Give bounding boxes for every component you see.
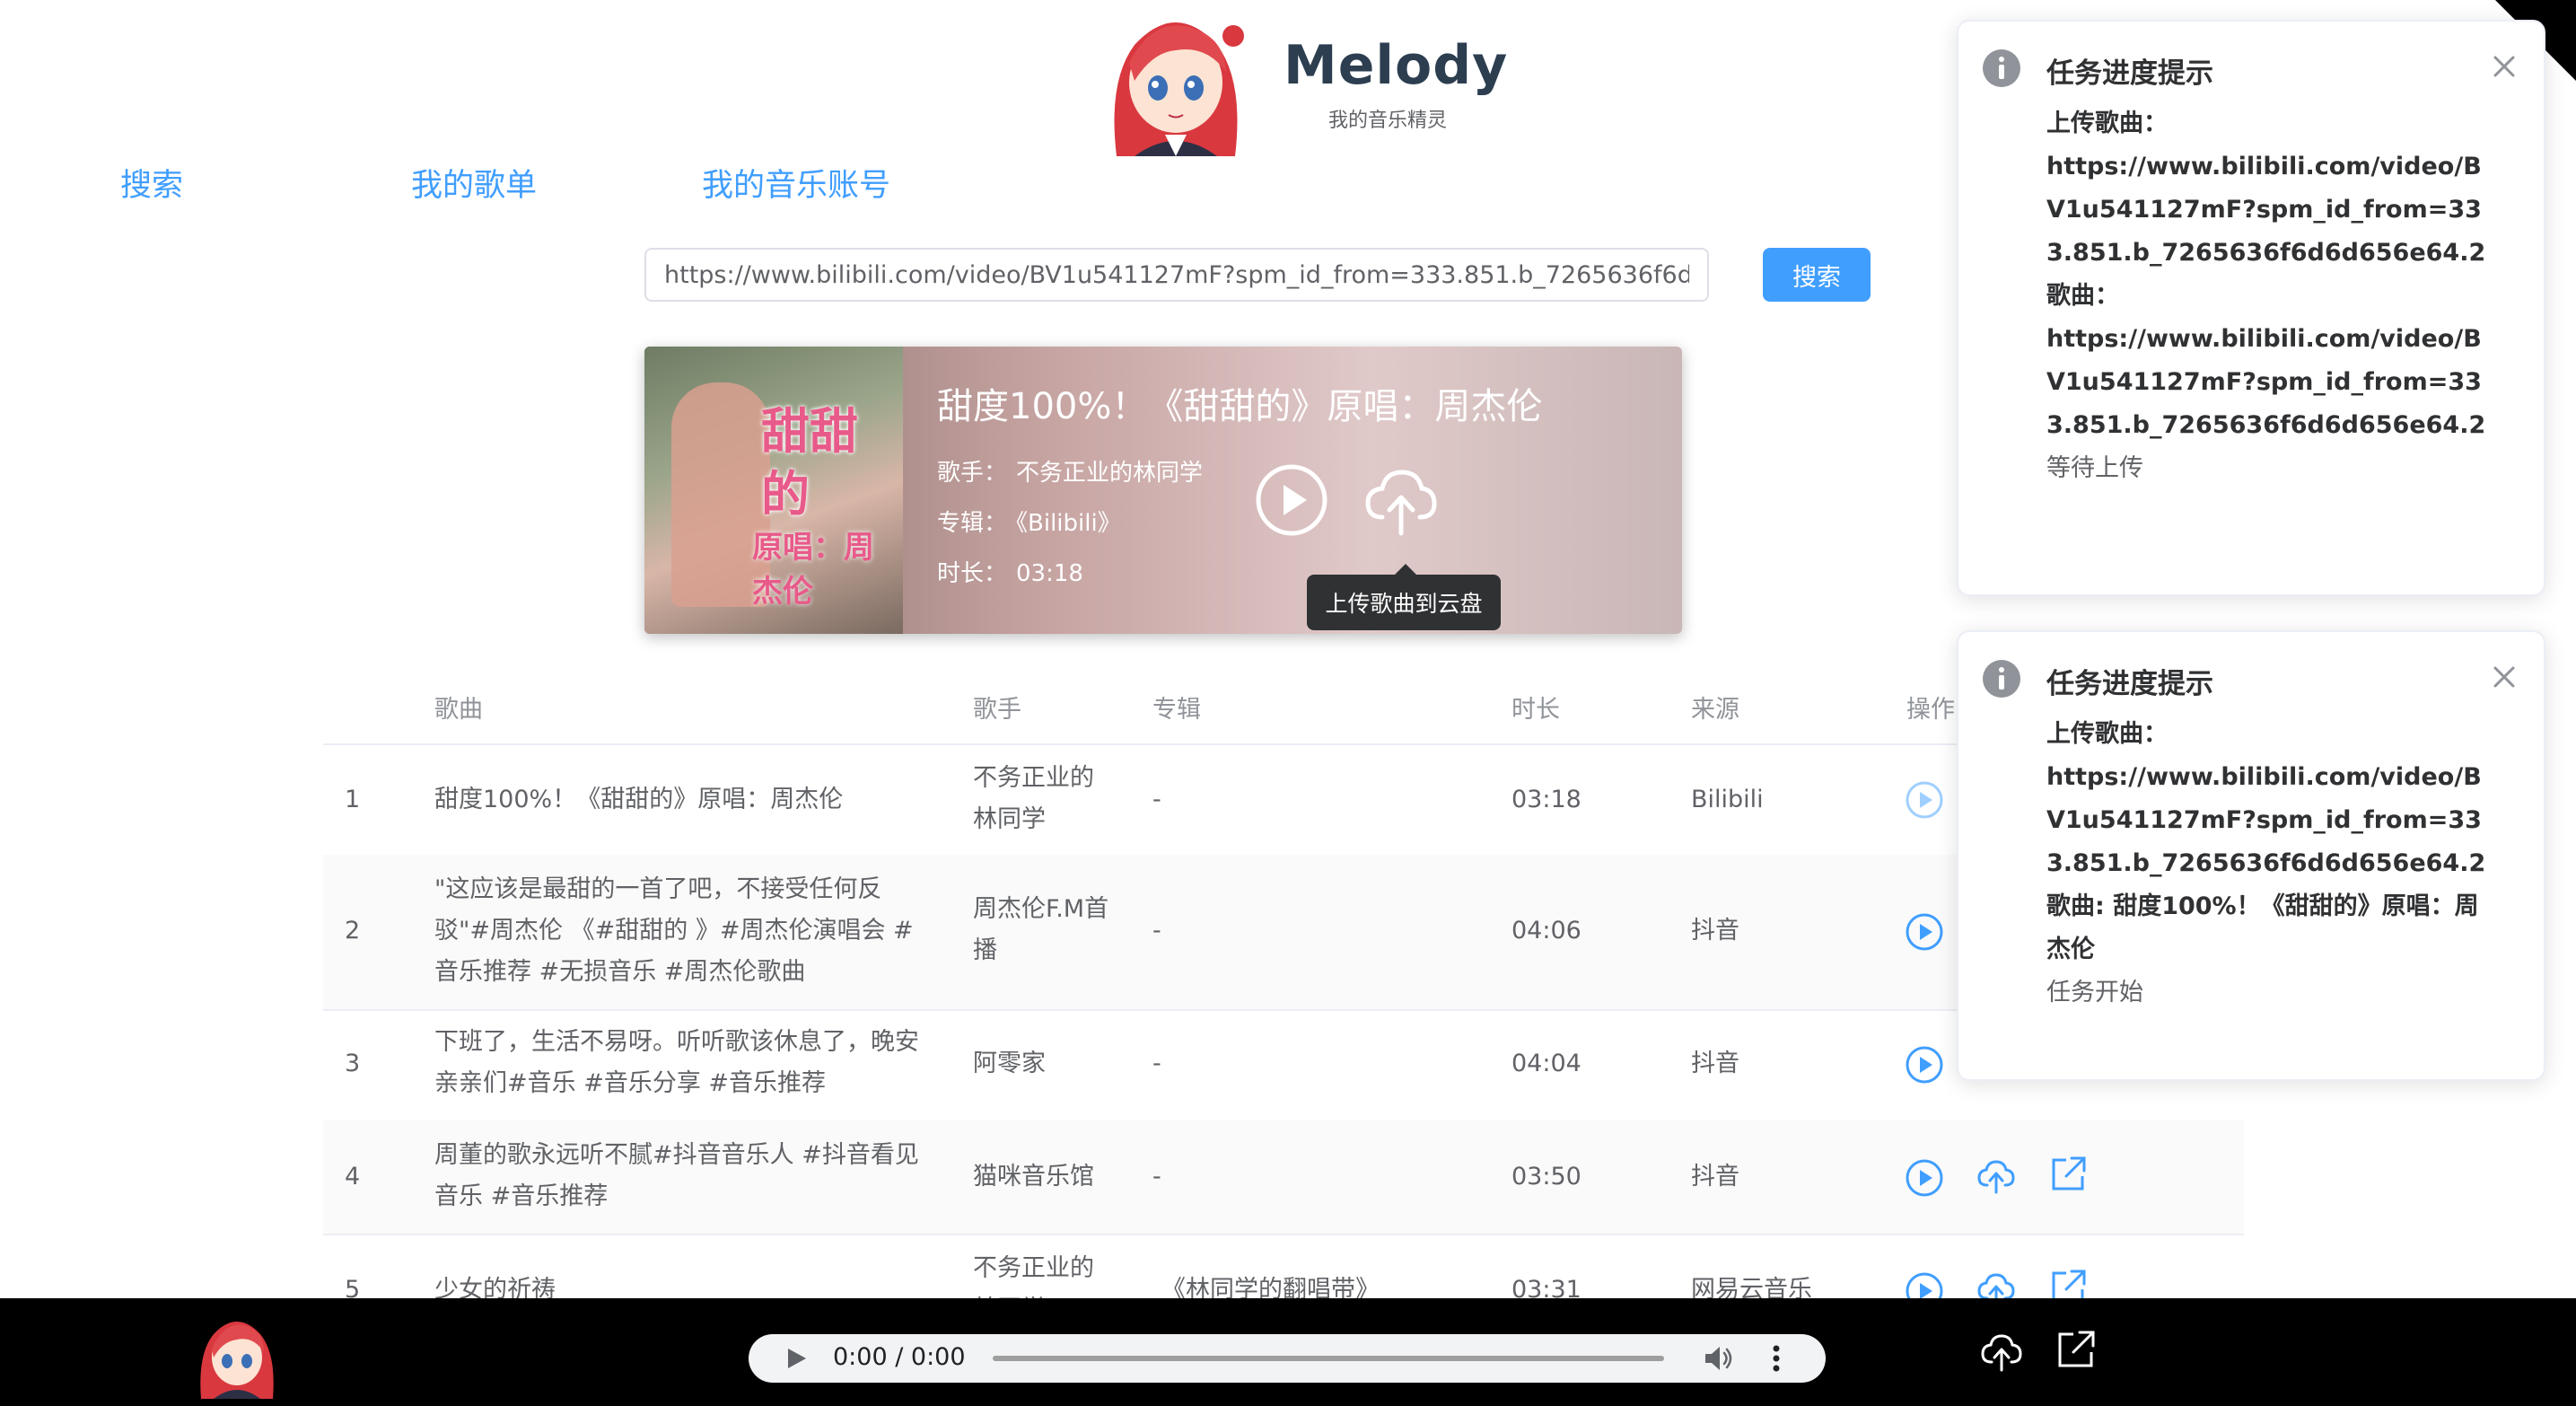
row-song-title: 周董的歌永远听不腻#抖音音乐人 #抖音看见音乐 #音乐推荐 xyxy=(434,1141,919,1210)
row-album: - xyxy=(1152,1163,1161,1191)
th-song: 歌曲 xyxy=(434,696,483,724)
upload-tooltip: 上传歌曲到云盘 xyxy=(1307,575,1501,630)
row-play-icon[interactable] xyxy=(1905,912,1944,952)
row-index: 1 xyxy=(345,786,361,813)
row-play-icon[interactable] xyxy=(1905,1158,1944,1198)
row-song-title: 甜度100%！《甜甜的》原唱：周杰伦 xyxy=(434,786,844,813)
row-album: - xyxy=(1152,786,1161,813)
volume-icon[interactable] xyxy=(1704,1345,1734,1372)
more-options-icon[interactable] xyxy=(1772,1345,1781,1372)
row-source: 抖音 xyxy=(1691,1163,1739,1191)
row-album: - xyxy=(1152,917,1161,945)
search-button[interactable]: 搜索 xyxy=(1763,248,1871,302)
upload-url: https://www.bilibili.com/video/BV1u54112… xyxy=(2046,763,2486,877)
nav-my-music-account[interactable]: 我的音乐账号 xyxy=(702,160,890,206)
row-singer: 周杰伦F.M首播 xyxy=(973,895,1109,964)
th-duration: 时长 xyxy=(1511,696,1560,724)
row-duration: 04:04 xyxy=(1511,1050,1582,1077)
row-singer: 猫咪音乐馆 xyxy=(973,1163,1094,1191)
upload-label-line: 上传歌曲： xyxy=(2046,110,2168,137)
song-value: https://www.bilibili.com/video/BV1u54112… xyxy=(2046,325,2486,439)
tooltip-arrow xyxy=(1395,564,1416,575)
player-external-link-icon[interactable] xyxy=(2055,1329,2097,1370)
notification-body: 上传歌曲： https://www.bilibili.com/video/BV1… xyxy=(2046,102,2492,490)
notification-title: 任务进度提示 xyxy=(2046,668,2213,700)
logo-avatar xyxy=(1114,22,1244,156)
info-icon xyxy=(1983,49,2020,87)
card-duration: 时长： 03:18 xyxy=(937,560,1083,587)
card-singer: 歌手： 不务正业的林同学 xyxy=(937,460,1204,487)
card-play-icon[interactable] xyxy=(1255,463,1328,537)
song-cover-image: 甜甜的 原唱：周杰伦 xyxy=(644,347,903,634)
task-status: 等待上传 xyxy=(2046,454,2143,482)
cover-subtext: 原唱：周杰伦 xyxy=(752,530,874,610)
audio-progress-track[interactable] xyxy=(993,1356,1664,1361)
song-label-line: 歌曲： xyxy=(2046,282,2119,310)
audio-player[interactable]: 0:00 / 0:00 xyxy=(749,1334,1826,1383)
upload-url: https://www.bilibili.com/video/BV1u54112… xyxy=(2046,153,2486,267)
row-source: 抖音 xyxy=(1691,1050,1739,1077)
row-cloud-upload-icon[interactable] xyxy=(1976,1156,2016,1196)
upload-label-line: 上传歌曲： xyxy=(2046,720,2168,748)
cover-text: 甜甜的 xyxy=(761,403,858,523)
th-source: 来源 xyxy=(1691,696,1739,724)
th-singer: 歌手 xyxy=(973,696,1021,724)
table-row[interactable]: 2 "这应该是最甜的一首了吧，不接受任何反驳"#周杰伦 《#甜甜的 》#周杰伦演… xyxy=(323,855,2244,1011)
audio-time: 0:00 / 0:00 xyxy=(833,1343,966,1371)
th-action: 操作 xyxy=(1906,696,1955,724)
close-icon[interactable] xyxy=(2492,664,2517,690)
row-index: 4 xyxy=(345,1163,361,1191)
row-duration: 03:18 xyxy=(1511,786,1582,813)
brand-name: Melody xyxy=(1284,34,1509,97)
th-album: 专辑 xyxy=(1152,696,1201,724)
row-index: 2 xyxy=(345,917,361,945)
notification-title: 任务进度提示 xyxy=(2046,57,2213,90)
task-status: 任务开始 xyxy=(2046,979,2143,1006)
song-card: 甜甜的 原唱：周杰伦 甜度100%！《甜甜的》原唱：周杰伦 歌手： 不务正业的林同… xyxy=(644,347,1682,634)
row-external-link-icon[interactable] xyxy=(2048,1155,2088,1194)
table-row[interactable]: 3 下班了，生活不易呀。听听歌该休息了，晚安亲亲们#音乐 #音乐分享 #音乐推荐… xyxy=(323,1009,2244,1122)
notification-task-started: 任务进度提示 上传歌曲： https://www.bilibili.com/vi… xyxy=(1957,630,2545,1081)
info-icon xyxy=(1983,660,2020,698)
table-row[interactable]: 4 周董的歌永远听不腻#抖音音乐人 #抖音看见音乐 #音乐推荐 猫咪音乐馆 - … xyxy=(323,1120,2244,1235)
song-line: 歌曲: 甜度100%！《甜甜的》原唱：周杰伦 xyxy=(2046,892,2479,963)
search-input[interactable] xyxy=(644,248,1709,302)
row-play-icon[interactable] xyxy=(1905,780,1944,820)
row-duration: 04:06 xyxy=(1511,917,1582,945)
player-cloud-upload-icon[interactable] xyxy=(1980,1331,2023,1374)
row-play-icon[interactable] xyxy=(1905,1045,1944,1085)
row-source: 抖音 xyxy=(1691,917,1739,945)
row-duration: 03:50 xyxy=(1511,1163,1582,1191)
close-icon[interactable] xyxy=(2492,54,2517,79)
row-singer: 阿零家 xyxy=(973,1050,1046,1077)
notification-body: 上传歌曲： https://www.bilibili.com/video/BV1… xyxy=(2046,713,2492,1015)
row-album: - xyxy=(1152,1050,1161,1077)
notification-waiting-upload: 任务进度提示 上传歌曲： https://www.bilibili.com/vi… xyxy=(1957,20,2545,596)
brand-subtitle: 我的音乐精灵 xyxy=(1328,110,1448,132)
audio-play-icon[interactable] xyxy=(784,1347,808,1370)
player-bar: 0:00 / 0:00 xyxy=(0,1298,2576,1406)
nav-my-playlist[interactable]: 我的歌单 xyxy=(411,160,537,206)
row-index: 3 xyxy=(345,1050,361,1077)
table-row[interactable]: 1 甜度100%！《甜甜的》原唱：周杰伦 不务正业的林同学 - 03:18 Bi… xyxy=(323,745,2244,857)
card-song-title: 甜度100%！《甜甜的》原唱：周杰伦 xyxy=(937,386,1543,427)
player-avatar xyxy=(200,1322,274,1399)
row-song-title: "这应该是最甜的一首了吧，不接受任何反驳"#周杰伦 《#甜甜的 》#周杰伦演唱会… xyxy=(434,875,914,986)
row-song-title: 下班了，生活不易呀。听听歌该休息了，晚安亲亲们#音乐 #音乐分享 #音乐推荐 xyxy=(434,1028,919,1097)
nav-search[interactable]: 搜索 xyxy=(120,160,183,206)
card-album: 专辑： 《Bilibili》 xyxy=(937,510,1121,537)
card-cloud-upload-icon[interactable] xyxy=(1362,463,1438,539)
row-source: Bilibili xyxy=(1691,786,1764,813)
row-singer: 不务正业的林同学 xyxy=(973,764,1094,833)
